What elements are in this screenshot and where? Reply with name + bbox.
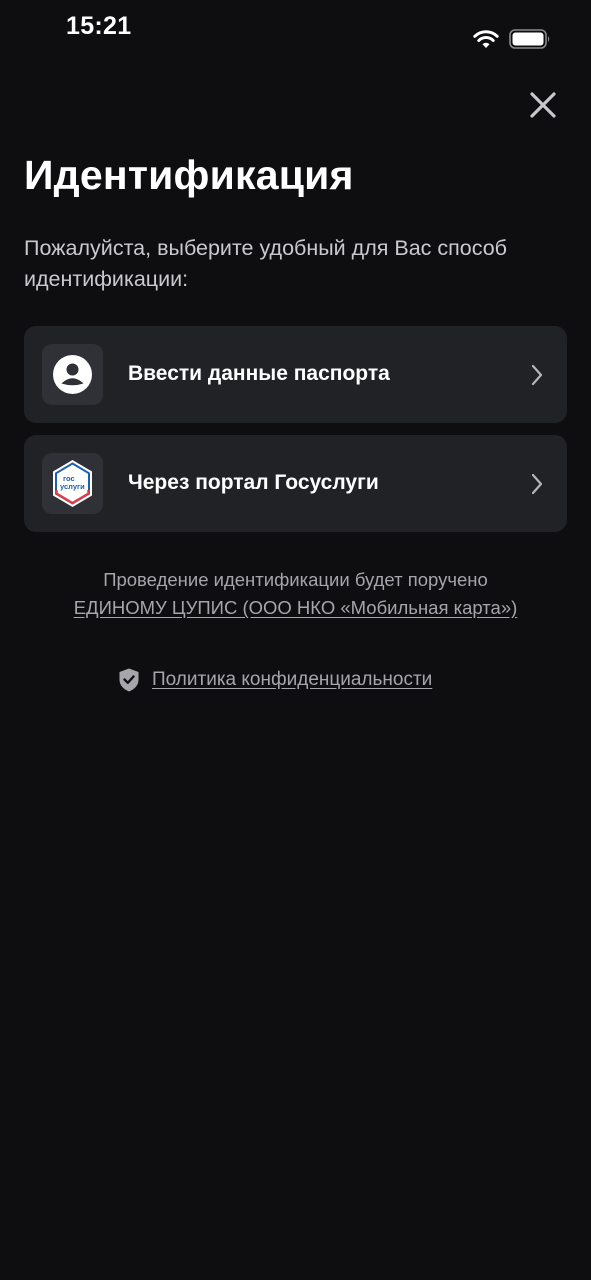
identification-screen: 15:21 Идентификация Пожалуйста, выберите… [0, 0, 591, 1280]
privacy-policy-label[interactable]: Политика конфиденциальности [152, 669, 432, 691]
status-time: 15:21 [66, 12, 132, 40]
passport-icon-box [42, 344, 103, 405]
shield-check-icon [119, 668, 139, 692]
identification-info: Проведение идентификации будет поручено … [0, 566, 591, 622]
gosuslugi-icon-box: гос услуги [42, 453, 103, 514]
passport-option-button[interactable]: Ввести данные паспорта [24, 326, 567, 423]
gosuslugi-logo-icon: гос услуги [53, 460, 92, 507]
gosuslugi-option-button[interactable]: гос услуги Через портал Госуслуги [24, 435, 567, 532]
chevron-right-icon [531, 364, 543, 386]
wifi-icon [473, 30, 499, 48]
close-icon [530, 92, 556, 118]
cupis-link[interactable]: ЕДИНОМУ ЦУПИС (ООО НКО «Мобильная карта»… [74, 597, 518, 618]
battery-icon [509, 29, 550, 49]
info-text: Проведение идентификации будет поручено [103, 569, 488, 590]
gosuslugi-logo-text-bottom: услуги [60, 482, 85, 491]
gosuslugi-option-label: Через портал Госуслуги [128, 471, 379, 494]
chevron-right-icon [531, 473, 543, 495]
close-button[interactable] [524, 86, 562, 124]
passport-option-label: Ввести данные паспорта [128, 362, 390, 385]
page-title: Идентификация [24, 152, 354, 198]
user-avatar-icon [53, 355, 92, 394]
privacy-policy-link[interactable]: Политика конфиденциальности [118, 666, 432, 694]
page-subtitle: Пожалуйста, выберите удобный для Вас спо… [24, 236, 507, 291]
